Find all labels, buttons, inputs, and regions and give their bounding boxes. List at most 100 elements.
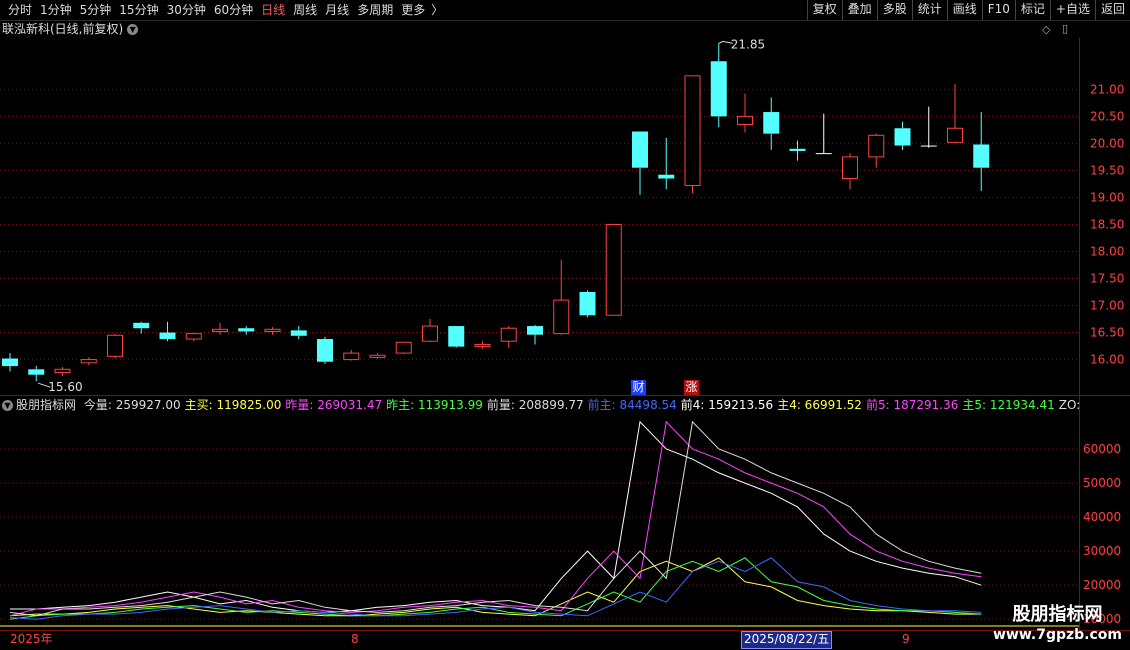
indicator-value-1: 主买: 119825.00 [184,398,282,412]
candle [395,341,412,355]
candle-body [500,327,517,342]
candle-body [632,131,648,168]
candle [343,349,360,361]
candle [710,43,727,128]
volume-series-line [9,420,982,617]
candle [317,336,333,364]
candle-body [238,328,255,332]
candle [54,367,71,376]
price-tick-label: 16.50 [1090,326,1124,340]
candle [527,324,543,345]
indicator-value-7: 主4: 66991.52 [777,398,862,412]
indicator-value-6: 前4: 159213.56 [680,398,774,412]
price-tick-label: 20.00 [1090,136,1124,150]
indicator-value-0: 今量: 259927.00 [83,398,181,412]
candle-body [920,145,937,147]
indicator-value-4: 前量: 208899.77 [486,398,584,412]
candle [212,322,228,335]
candle [28,366,45,382]
candle [474,341,491,349]
candle [185,332,202,342]
candle [973,112,990,191]
candle [422,319,438,343]
price-tick-label: 18.50 [1090,217,1124,231]
candle-body [579,292,596,316]
date-axis-year: 2025年 [10,632,53,646]
candle-body [422,325,438,342]
candle [448,326,465,348]
volume-tick-label: 30000 [1083,544,1121,558]
price-tick-label: 19.50 [1090,163,1124,177]
candle-body [185,333,202,340]
candle-body [737,115,753,125]
indicator-value-8: 前5: 187291.36 [865,398,959,412]
indicator-value-10: ZO: 20.01 [1058,398,1080,412]
candle [238,326,255,335]
candle-body [54,368,71,374]
watermark-url: www.7gpzb.com [992,627,1122,643]
limit-up-marker[interactable]: 涨 [684,380,699,395]
candle [2,353,18,372]
candle-body [710,61,727,117]
candle [894,121,911,150]
candle-body [290,330,307,336]
price-tick-label: 18.00 [1090,244,1124,258]
candle [290,326,307,340]
candle [947,83,963,144]
indicator-value-9: 主5: 121934.41 [962,398,1055,412]
indicator-value-3: 昨主: 113913.99 [386,398,483,412]
candle-body [474,343,491,348]
candle-body [448,326,465,347]
price-tick-label: 17.00 [1090,299,1124,313]
candle [159,321,176,342]
candle-body [684,75,701,187]
candle-body [107,334,123,357]
candle [553,259,570,335]
price-tick-label: 20.50 [1090,109,1124,123]
candle-body [2,358,18,367]
candle-body [973,144,990,168]
date-axis-month-9: 9 [902,632,910,646]
candle [264,327,281,335]
candle [920,106,937,148]
volume-series-line [9,557,982,617]
min-price-label: 15.60 [48,380,82,394]
candle-body [605,223,622,316]
candle-body [395,341,412,354]
candle-body [815,153,832,155]
candle-body [527,326,543,335]
date-axis-month-8: 8 [351,632,359,646]
finance-marker[interactable]: 财 [631,380,646,395]
candle [107,333,123,359]
indicator-value-5: 前主: 84498.54 [587,398,677,412]
candle-body [789,148,806,151]
volume-series-line [9,557,982,620]
candle-body [317,339,333,362]
candle-body [80,359,97,364]
kline-chart[interactable]: 21.00 20.50 20.00 19.50 19.00 18.50 18.00 17.50… [0,0,1130,650]
indicator-value-2: 昨量: 269031.47 [285,398,383,412]
indicator-values-row: ▼ 股朋指标网 今量: 259927.00 主买: 119825.00 昨量: 269… [2,397,1080,413]
candle-body [868,134,885,158]
candle [868,133,885,168]
candle [684,75,701,194]
volume-tick-label: 40000 [1083,510,1121,524]
watermark-title: 股朋指标网 [1012,604,1103,625]
candle [80,357,97,365]
candle-body [133,322,150,329]
indicator-name: 股朋指标网 [16,398,77,412]
price-tick-label: 19.00 [1090,190,1124,204]
chevron-down-icon[interactable]: ▼ [2,400,13,411]
candle [500,326,517,348]
candle-body [658,174,675,179]
candle-body [947,127,963,143]
candle-body [763,112,780,134]
candle [737,93,753,133]
candle-body [343,352,360,361]
watermark: 股朋指标网 www.7gpzb.com [993,604,1122,644]
price-tick-label: 17.50 [1090,272,1124,286]
candle-body [212,328,228,332]
candle [658,137,675,190]
candle-body [264,328,281,332]
candle-body [842,156,858,180]
